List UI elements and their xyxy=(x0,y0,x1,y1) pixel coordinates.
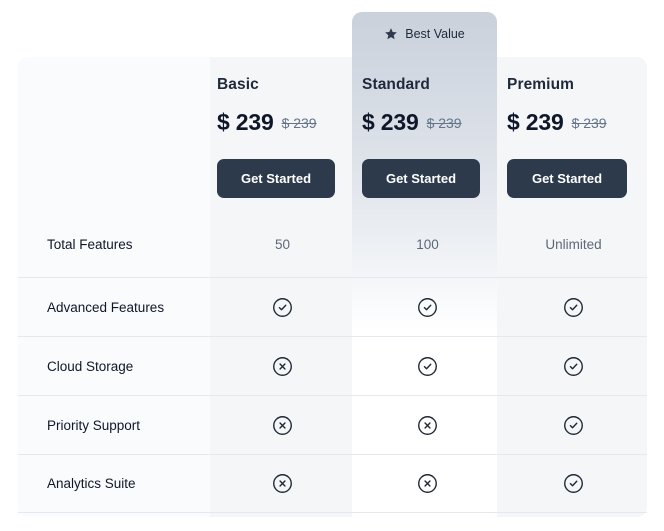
x-circle-icon xyxy=(272,415,293,436)
plan-original-price: $ 239 xyxy=(427,115,462,131)
plan-column-standard: Standard $ 239 $ 239 Get Started xyxy=(355,57,500,211)
feature-availability-cell xyxy=(355,337,500,395)
feature-value: 50 xyxy=(210,211,355,277)
check-circle-icon xyxy=(563,297,584,318)
feature-availability-cell xyxy=(210,337,355,395)
get-started-button-basic[interactable]: Get Started xyxy=(217,159,335,198)
x-circle-icon xyxy=(417,473,438,494)
feature-availability-cell xyxy=(355,396,500,454)
pricing-table: Basic $ 239 $ 239 Get Started Standard $… xyxy=(18,57,647,517)
feature-label: Analytics Suite xyxy=(18,455,210,512)
x-circle-icon xyxy=(272,473,293,494)
feature-label: Total Features xyxy=(18,211,210,277)
feature-value: Unlimited xyxy=(500,211,647,277)
feature-row-advanced-features: Advanced Features xyxy=(18,277,647,336)
check-circle-icon xyxy=(563,356,584,377)
plan-price-line: $ 239 $ 239 xyxy=(507,109,641,136)
card-bottom-padding xyxy=(18,513,647,517)
plan-price: $ 239 xyxy=(507,109,564,136)
check-circle-icon xyxy=(563,473,584,494)
feature-value: 100 xyxy=(355,211,500,277)
feature-availability-cell xyxy=(210,278,355,336)
feature-availability-cell xyxy=(500,278,647,336)
get-started-button-premium[interactable]: Get Started xyxy=(507,159,627,198)
feature-row-analytics-suite: Analytics Suite xyxy=(18,454,647,513)
star-icon xyxy=(384,27,398,41)
check-circle-icon xyxy=(417,297,438,318)
feature-availability-cell xyxy=(355,278,500,336)
plan-name: Standard xyxy=(362,76,494,94)
feature-label: Priority Support xyxy=(18,396,210,454)
feature-availability-cell xyxy=(355,455,500,512)
plan-name: Premium xyxy=(507,76,641,94)
best-value-badge: Best Value xyxy=(352,12,497,56)
feature-row-priority-support: Priority Support xyxy=(18,395,647,454)
feature-label: Advanced Features xyxy=(18,278,210,336)
header-spacer-cell xyxy=(18,57,210,211)
plan-original-price: $ 239 xyxy=(572,115,607,131)
feature-availability-cell xyxy=(500,396,647,454)
feature-availability-cell xyxy=(210,396,355,454)
x-circle-icon xyxy=(272,356,293,377)
feature-row-cloud-storage: Cloud Storage xyxy=(18,336,647,395)
plan-column-basic: Basic $ 239 $ 239 Get Started xyxy=(210,57,355,211)
plan-price-line: $ 239 $ 239 xyxy=(362,109,494,136)
plan-price-line: $ 239 $ 239 xyxy=(217,109,349,136)
feature-row-total-features: Total Features 50 100 Unlimited xyxy=(18,211,647,277)
plan-original-price: $ 239 xyxy=(282,115,317,131)
feature-availability-cell xyxy=(210,455,355,512)
check-circle-icon xyxy=(272,297,293,318)
x-circle-icon xyxy=(417,415,438,436)
plan-price: $ 239 xyxy=(217,109,274,136)
plan-column-premium: Premium $ 239 $ 239 Get Started xyxy=(500,57,647,211)
plan-header-row: Basic $ 239 $ 239 Get Started Standard $… xyxy=(18,57,647,211)
get-started-button-standard[interactable]: Get Started xyxy=(362,159,480,198)
plan-price: $ 239 xyxy=(362,109,419,136)
feature-availability-cell xyxy=(500,455,647,512)
pricing-page: Best Value Basic $ 239 $ 239 Get Started… xyxy=(0,0,664,531)
best-value-label: Best Value xyxy=(405,27,465,41)
feature-availability-cell xyxy=(500,337,647,395)
feature-label: Cloud Storage xyxy=(18,337,210,395)
plan-name: Basic xyxy=(217,76,349,94)
check-circle-icon xyxy=(563,415,584,436)
check-circle-icon xyxy=(417,356,438,377)
